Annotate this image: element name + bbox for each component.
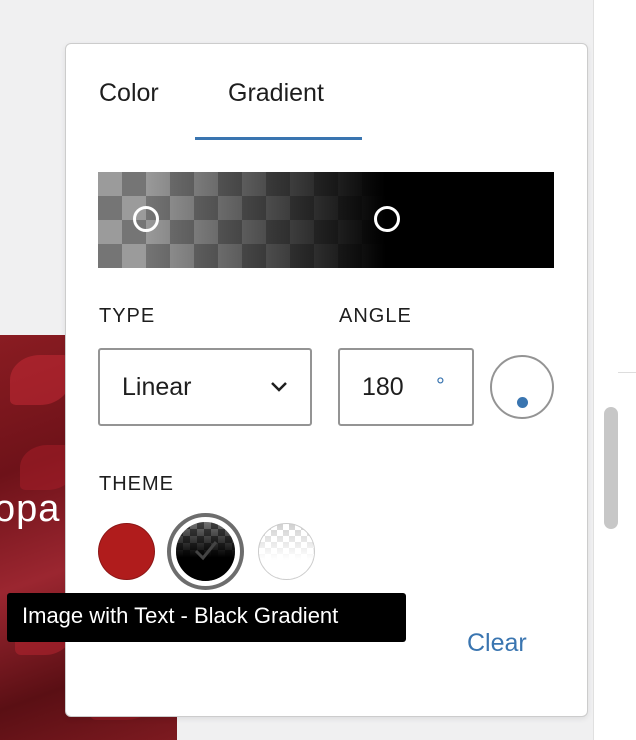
angle-value: 180 xyxy=(362,373,404,401)
degree-symbol: ° xyxy=(436,373,445,398)
angle-label: ANGLE xyxy=(339,305,412,327)
gradient-stop-1[interactable] xyxy=(133,206,159,232)
gradient-bar[interactable] xyxy=(98,172,554,268)
background-heading-text: opa xyxy=(0,488,61,530)
side-divider xyxy=(618,372,636,373)
gradient-stop-2[interactable] xyxy=(374,206,400,232)
tab-color[interactable]: Color xyxy=(99,79,159,108)
leaf-shape xyxy=(10,355,70,405)
gradient-preview xyxy=(98,172,554,268)
active-tab-indicator xyxy=(195,137,362,140)
swatch-tooltip: Image with Text - Black Gradient xyxy=(7,593,406,642)
type-select-value: Linear xyxy=(122,373,192,401)
scrollbar-thumb[interactable] xyxy=(604,407,618,529)
type-label: TYPE xyxy=(99,305,156,327)
angle-picker-dial[interactable] xyxy=(490,355,554,419)
angle-input[interactable]: 180 ° xyxy=(338,348,474,426)
theme-swatch-black-gradient[interactable] xyxy=(167,513,244,590)
theme-swatch-white-gradient[interactable] xyxy=(258,523,315,580)
angle-indicator xyxy=(517,397,528,408)
clear-button[interactable]: Clear xyxy=(467,629,527,658)
side-panel xyxy=(593,0,636,740)
theme-label: THEME xyxy=(99,473,174,495)
type-select[interactable]: Linear xyxy=(98,348,312,426)
theme-swatch-red[interactable] xyxy=(98,523,155,580)
chevron-down-icon xyxy=(270,380,288,398)
checkmark-icon xyxy=(193,538,219,567)
tab-gradient[interactable]: Gradient xyxy=(228,79,324,108)
